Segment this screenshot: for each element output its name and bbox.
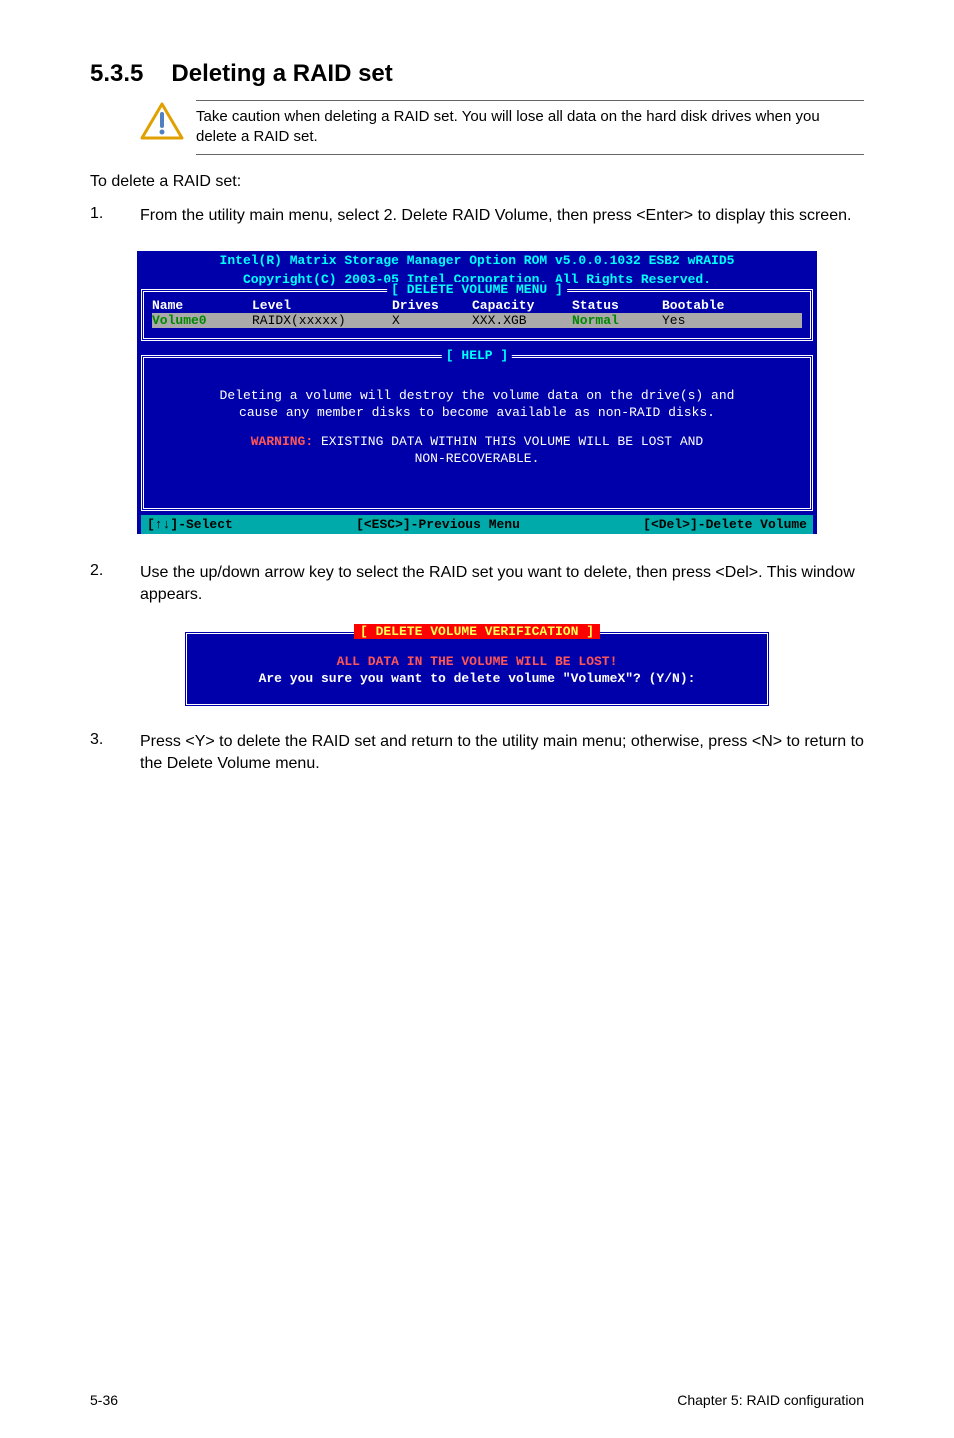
warning-rest: EXISTING DATA WITHIN THIS VOLUME WILL BE… <box>313 434 703 449</box>
delete-volume-menu-title: [ DELETE VOLUME MENU ] <box>387 282 567 297</box>
page: 5.3.5 Deleting a RAID set Take caution w… <box>0 0 954 1438</box>
step-2: 2. Use the up/down arrow key to select t… <box>90 562 864 607</box>
caution-callout: Take caution when deleting a RAID set. Y… <box>140 100 864 155</box>
step-2-text: Use the up/down arrow key to select the … <box>140 562 864 607</box>
help-warning-line-2: NON-RECOVERABLE. <box>158 451 796 466</box>
col-header-level: Level <box>252 298 392 313</box>
delete-volume-menu-frame: [ DELETE VOLUME MENU ] Name Level Drives… <box>141 289 813 341</box>
help-line-1: Deleting a volume will destroy the volum… <box>158 388 796 403</box>
table-header-row: Name Level Drives Capacity Status Bootab… <box>152 298 802 313</box>
col-header-name: Name <box>152 298 252 313</box>
col-header-status: Status <box>572 298 662 313</box>
footer-key-delete: [<Del>]-Delete Volume <box>643 517 807 532</box>
step-3: 3. Press <Y> to delete the RAID set and … <box>90 731 864 776</box>
footer-key-previous: [<ESC>]-Previous Menu <box>356 517 520 532</box>
verification-warning: ALL DATA IN THE VOLUME WILL BE LOST! <box>197 654 757 669</box>
cell-name: Volume0 <box>152 313 252 328</box>
page-number: 5-36 <box>90 1392 118 1408</box>
heading-title: Deleting a RAID set <box>171 60 392 88</box>
cell-status: Normal <box>572 313 662 328</box>
footer-key-select: [↑↓]-Select <box>147 517 233 532</box>
caution-text: Take caution when deleting a RAID set. Y… <box>196 107 864 148</box>
col-header-bootable: Bootable <box>662 298 762 313</box>
cell-capacity: XXX.XGB <box>472 313 572 328</box>
step-1-number: 1. <box>90 205 140 227</box>
delete-volume-verification-dialog: [ DELETE VOLUME VERIFICATION ] ALL DATA … <box>184 631 770 707</box>
help-box: [ HELP ] Deleting a volume will destroy … <box>141 355 813 511</box>
step-3-text: Press <Y> to delete the RAID set and ret… <box>140 731 864 776</box>
verification-prompt[interactable]: Are you sure you want to delete volume "… <box>197 671 757 686</box>
step-1: 1. From the utility main menu, select 2.… <box>90 205 864 227</box>
bios-header-line1: Intel(R) Matrix Storage Manager Option R… <box>137 251 817 270</box>
section-heading: 5.3.5 Deleting a RAID set <box>90 60 864 88</box>
step-2-number: 2. <box>90 562 140 607</box>
help-warning-line-1: WARNING: EXISTING DATA WITHIN THIS VOLUM… <box>158 434 796 449</box>
step-1-text: From the utility main menu, select 2. De… <box>140 205 864 227</box>
table-row[interactable]: Volume0 RAIDX(xxxxx) X XXX.XGB Normal Ye… <box>152 313 802 328</box>
bios-delete-screen: Intel(R) Matrix Storage Manager Option R… <box>137 251 817 534</box>
intro-text: To delete a RAID set: <box>90 173 864 191</box>
col-header-capacity: Capacity <box>472 298 572 313</box>
warning-icon <box>140 102 184 140</box>
chapter-label: Chapter 5: RAID configuration <box>677 1392 864 1408</box>
help-box-title: [ HELP ] <box>442 348 512 363</box>
warning-prefix: WARNING: <box>251 434 313 449</box>
delete-volume-menu-content: Name Level Drives Capacity Status Bootab… <box>144 292 810 338</box>
cell-bootable: Yes <box>662 313 762 328</box>
col-header-drives: Drives <box>392 298 472 313</box>
step-3-number: 3. <box>90 731 140 776</box>
page-footer: 5-36 Chapter 5: RAID configuration <box>90 1392 864 1408</box>
cell-level: RAIDX(xxxxx) <box>252 313 392 328</box>
help-line-2: cause any member disks to become availab… <box>158 405 796 420</box>
cell-drives: X <box>392 313 472 328</box>
verification-title: [ DELETE VOLUME VERIFICATION ] <box>354 624 600 639</box>
bios-footer: [↑↓]-Select [<ESC>]-Previous Menu [<Del>… <box>141 515 813 534</box>
heading-number: 5.3.5 <box>90 60 143 88</box>
caution-text-wrap: Take caution when deleting a RAID set. Y… <box>196 100 864 155</box>
